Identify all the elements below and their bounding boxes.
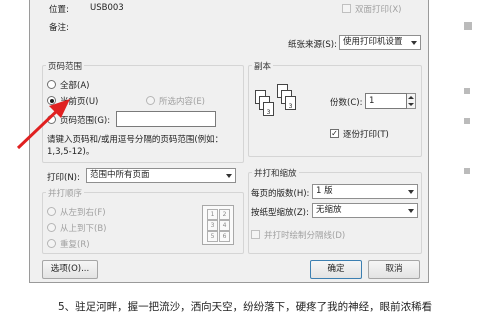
red-arrow-annotation: [16, 99, 70, 150]
caption-text: 5、驻足河畔，握一把流沙，洒向天空，纷纷落下，硬疼了我的神经，眼前浓稀看: [58, 301, 433, 313]
